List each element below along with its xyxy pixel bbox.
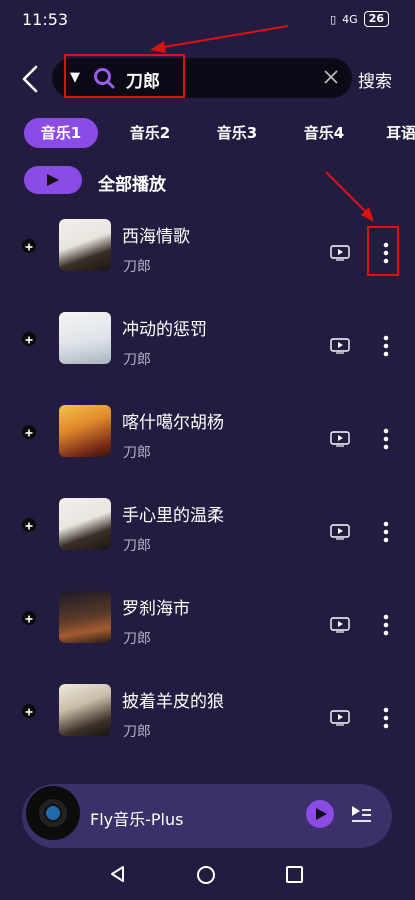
song-title[interactable]: 披着羊皮的狼 — [122, 687, 224, 712]
song-row[interactable]: 罗刹海市 刀郎 — [0, 566, 415, 659]
song-row[interactable]: 西海情歌 刀郎 — [0, 194, 415, 287]
video-icon[interactable] — [330, 617, 350, 633]
song-artist: 刀郎 — [123, 631, 151, 647]
playlist-icon[interactable] — [350, 804, 372, 824]
tab-music-2[interactable]: 音乐2 — [113, 118, 187, 148]
player-title: Fly音乐-Plus — [90, 810, 184, 829]
album-cover — [59, 405, 111, 457]
add-icon[interactable] — [22, 332, 36, 346]
song-title[interactable]: 手心里的温柔 — [122, 501, 224, 526]
player-play-button[interactable] — [306, 800, 334, 828]
search-button[interactable]: 搜索 — [358, 67, 392, 92]
status-time: 11:53 — [22, 10, 69, 29]
song-artist: 刀郎 — [123, 724, 151, 740]
song-title[interactable]: 西海情歌 — [122, 222, 190, 247]
song-title[interactable]: 喀什噶尔胡杨 — [122, 408, 224, 433]
add-icon[interactable] — [22, 425, 36, 439]
tab-whisper[interactable]: 耳语 — [386, 118, 415, 148]
song-artist: 刀郎 — [123, 538, 151, 554]
add-icon[interactable] — [22, 239, 36, 253]
video-icon[interactable] — [330, 431, 350, 447]
song-artist: 刀郎 — [123, 352, 151, 368]
tab-music-1[interactable]: 音乐1 — [24, 118, 98, 148]
battery-icon: 26 — [363, 11, 389, 27]
more-options-icon[interactable] — [378, 707, 394, 729]
more-options-icon[interactable] — [378, 521, 394, 543]
tab-music-4[interactable]: 音乐4 — [287, 118, 361, 148]
more-options-icon[interactable] — [378, 614, 394, 636]
video-icon[interactable] — [330, 245, 350, 261]
play-icon — [47, 174, 59, 186]
add-icon[interactable] — [22, 518, 36, 532]
annotation-arrow — [150, 25, 289, 53]
add-icon[interactable] — [22, 611, 36, 625]
song-row[interactable]: 喀什噶尔胡杨 刀郎 — [0, 380, 415, 473]
album-cover — [59, 684, 111, 736]
video-icon[interactable] — [330, 710, 350, 726]
clear-icon[interactable] — [322, 68, 340, 86]
more-options-icon[interactable] — [378, 335, 394, 357]
signal-icon: 4G — [342, 12, 358, 26]
album-cover — [59, 312, 111, 364]
vibrate-icon: ▯ — [330, 12, 337, 26]
song-artist: 刀郎 — [123, 445, 151, 461]
album-cover — [59, 498, 111, 550]
song-row[interactable]: 披着羊皮的狼 刀郎 — [0, 659, 415, 752]
play-icon — [316, 808, 327, 820]
album-disc — [26, 786, 80, 840]
nav-back-icon[interactable] — [108, 864, 128, 884]
add-icon[interactable] — [22, 704, 36, 718]
song-artist: 刀郎 — [123, 259, 151, 275]
album-cover — [59, 591, 111, 643]
nav-home-icon[interactable] — [197, 866, 215, 884]
more-options-icon[interactable] — [378, 428, 394, 450]
more-options-icon[interactable] — [378, 242, 394, 264]
status-icons: ▯ 4G 26 — [330, 11, 389, 27]
song-row[interactable]: 冲动的惩罚 刀郎 — [0, 287, 415, 380]
song-title[interactable]: 罗刹海市 — [122, 594, 190, 619]
song-title[interactable]: 冲动的惩罚 — [122, 315, 207, 340]
song-row[interactable]: 手心里的温柔 刀郎 — [0, 473, 415, 566]
nav-recent-apps-icon[interactable] — [286, 866, 303, 883]
play-all-label[interactable]: 全部播放 — [98, 170, 166, 195]
highlight-box-search — [64, 54, 185, 98]
video-icon[interactable] — [330, 338, 350, 354]
video-icon[interactable] — [330, 524, 350, 540]
tab-music-3[interactable]: 音乐3 — [200, 118, 274, 148]
back-icon[interactable] — [18, 64, 44, 94]
album-cover — [59, 219, 111, 271]
play-all-button[interactable] — [24, 166, 82, 194]
